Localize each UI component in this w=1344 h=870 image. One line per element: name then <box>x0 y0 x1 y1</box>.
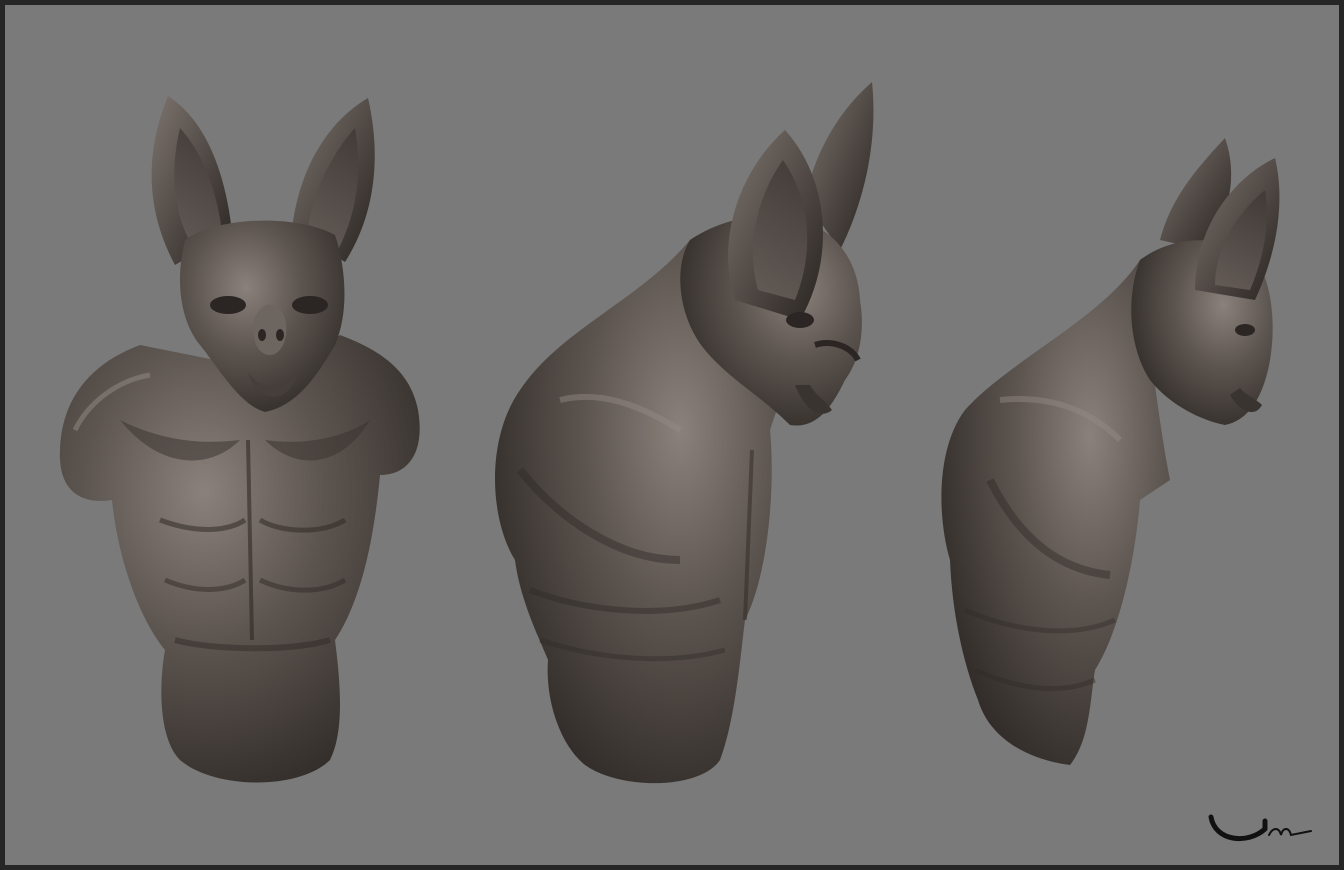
viewport-frame <box>0 0 1344 870</box>
three-quarter-view <box>495 82 874 784</box>
front-view <box>59 96 420 783</box>
sculpt-render <box>59 82 1280 784</box>
side-view <box>941 138 1280 765</box>
artist-signature <box>1208 814 1312 841</box>
